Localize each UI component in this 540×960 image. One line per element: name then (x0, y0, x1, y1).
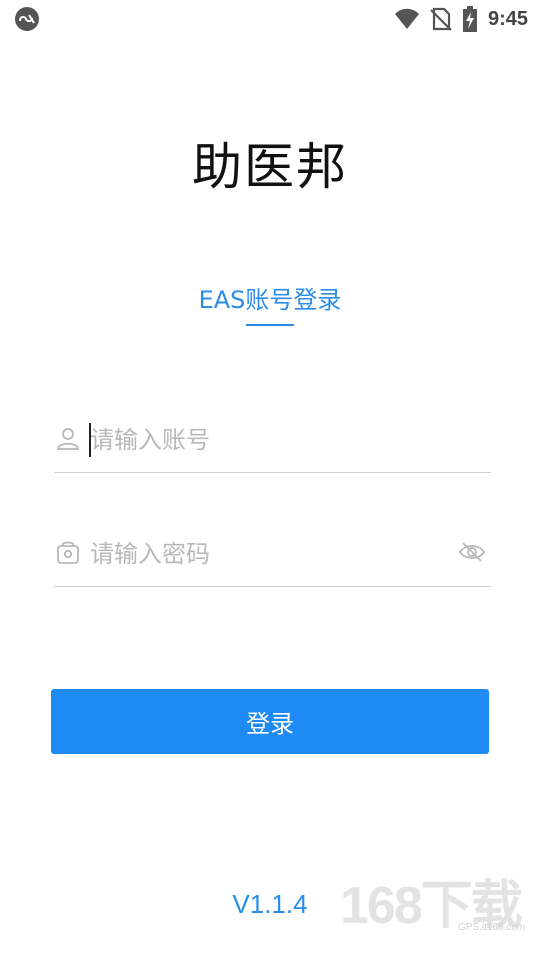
no-sim-icon (430, 7, 452, 31)
battery-charging-icon (462, 6, 477, 32)
eye-off-icon[interactable] (459, 540, 485, 564)
user-icon (57, 428, 79, 450)
login-tab[interactable]: EAS账号登录 (0, 282, 540, 326)
watermark: 168下载 GPS.it168.com (340, 878, 535, 938)
login-tab-label[interactable]: EAS账号登录 (199, 286, 342, 314)
account-field[interactable] (54, 416, 491, 473)
watermark-url: GPS.it168.com (458, 922, 526, 933)
app-notification-icon (15, 7, 39, 31)
status-icons: 9:45 (394, 0, 528, 38)
wifi-icon (394, 8, 419, 29)
password-field[interactable] (54, 530, 491, 587)
status-time: 9:45 (487, 7, 528, 30)
login-button[interactable]: 登录 (51, 689, 489, 754)
password-input[interactable] (88, 532, 450, 576)
app-title: 助医邦 (192, 138, 348, 196)
text-cursor (89, 423, 91, 457)
account-input[interactable] (88, 418, 450, 462)
tab-underline (246, 324, 294, 326)
status-bar: 9:45 (0, 0, 540, 38)
lock-icon (57, 541, 79, 564)
